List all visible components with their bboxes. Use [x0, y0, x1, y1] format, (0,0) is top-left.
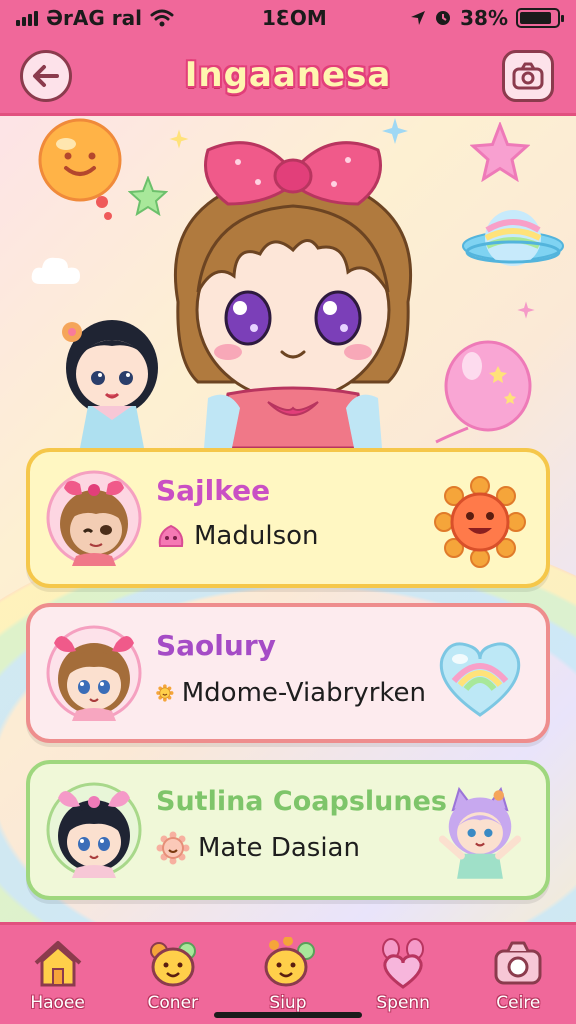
card-subtitle-row: Madulson — [156, 521, 426, 551]
bunny-heart-icon — [382, 938, 425, 989]
nav-item-home[interactable]: Haoee — [8, 937, 108, 1013]
card-subtitle-row: Mate Dasian — [156, 831, 446, 865]
home-indicator[interactable] — [214, 1012, 362, 1018]
character-subtitle: Mdome-Viabryrken — [181, 678, 426, 708]
camera-icon — [512, 62, 544, 90]
status-bar: ƏrAG ral 1ƐOM 38% — [0, 0, 576, 36]
sun-face-icon — [264, 937, 315, 987]
status-left: ƏrAG ral — [16, 6, 174, 30]
character-avatar — [46, 625, 142, 721]
character-avatar — [46, 782, 142, 878]
nav-label: Siup — [269, 993, 307, 1013]
nav-item-ceire[interactable]: Ceire — [468, 937, 568, 1013]
pink-balloon-icon — [435, 340, 532, 444]
nav-label: Coner — [147, 993, 199, 1013]
hero-illustration — [0, 116, 576, 448]
arrow-left-icon — [33, 65, 59, 87]
nav-label: Ceire — [496, 993, 541, 1013]
cloud-icon — [31, 257, 80, 284]
nav-item-spenn[interactable]: Spenn — [353, 937, 453, 1013]
battery-fill — [520, 12, 551, 24]
smiling-sun-icon — [434, 476, 526, 568]
character-card[interactable]: Saolury Mdome-Viabryrken — [26, 603, 550, 743]
battery-percent: 38% — [460, 6, 508, 30]
character-card[interactable]: Sajlkee Madulson — [26, 448, 550, 588]
house-icon — [34, 941, 81, 987]
camera-icon — [494, 941, 542, 985]
signal-icon — [16, 10, 38, 26]
sun-face-icon — [156, 831, 190, 865]
battery-icon — [516, 8, 564, 28]
nav-label: Haoee — [30, 993, 85, 1013]
bear-face-icon — [149, 942, 196, 987]
status-time: 1ƐOM — [262, 6, 327, 30]
card-text-block: Saolury Mdome-Viabryrken — [156, 629, 426, 710]
app-screen: ƏrAG ral 1ƐOM 38% Ingaanesa Sajlkee Madu… — [0, 0, 576, 1024]
alarm-icon — [436, 11, 451, 25]
character-name: Sajlkee — [156, 474, 271, 507]
rainbow-planet-icon — [462, 210, 564, 266]
location-arrow-icon — [411, 11, 426, 25]
star-icon — [470, 122, 530, 182]
header-bar: Ingaanesa — [0, 36, 576, 116]
main-girl-character — [173, 141, 413, 448]
status-right: 38% — [410, 6, 564, 30]
character-name: Saolury — [156, 629, 276, 662]
character-card[interactable]: Sutlina Coapslunes Mate Dasian — [26, 760, 550, 900]
character-subtitle: Madulson — [194, 521, 319, 551]
smiling-balloon-icon — [38, 118, 122, 220]
card-text-block: Sajlkee Madulson — [156, 474, 426, 551]
nav-label: Spenn — [376, 993, 430, 1013]
bottom-nav: Haoee Coner Siup Spenn Ceire — [0, 922, 576, 1024]
character-subtitle: Mate Dasian — [198, 833, 360, 863]
character-name: Sutlina Coapslunes — [156, 786, 447, 817]
card-subtitle-row: Mdome-Viabryrken — [156, 676, 426, 710]
carrier-label: ƏrAG ral — [46, 6, 142, 30]
nav-item-siup[interactable]: Siup — [238, 937, 338, 1013]
sun-icon — [156, 684, 174, 702]
nav-item-corner[interactable]: Coner — [123, 937, 223, 1013]
wifi-icon — [150, 9, 174, 27]
back-button[interactable] — [20, 50, 72, 102]
pink-slime-icon — [158, 524, 184, 547]
sparkle-icon — [517, 301, 535, 319]
card-text-block: Sutlina Coapslunes Mate Dasian — [156, 786, 447, 865]
character-avatar — [46, 470, 142, 566]
rainbow-heart-icon — [439, 642, 521, 717]
page-title: Ingaanesa — [184, 54, 392, 95]
camera-button[interactable] — [502, 50, 554, 102]
lavender-catgirl-icon — [438, 786, 522, 879]
